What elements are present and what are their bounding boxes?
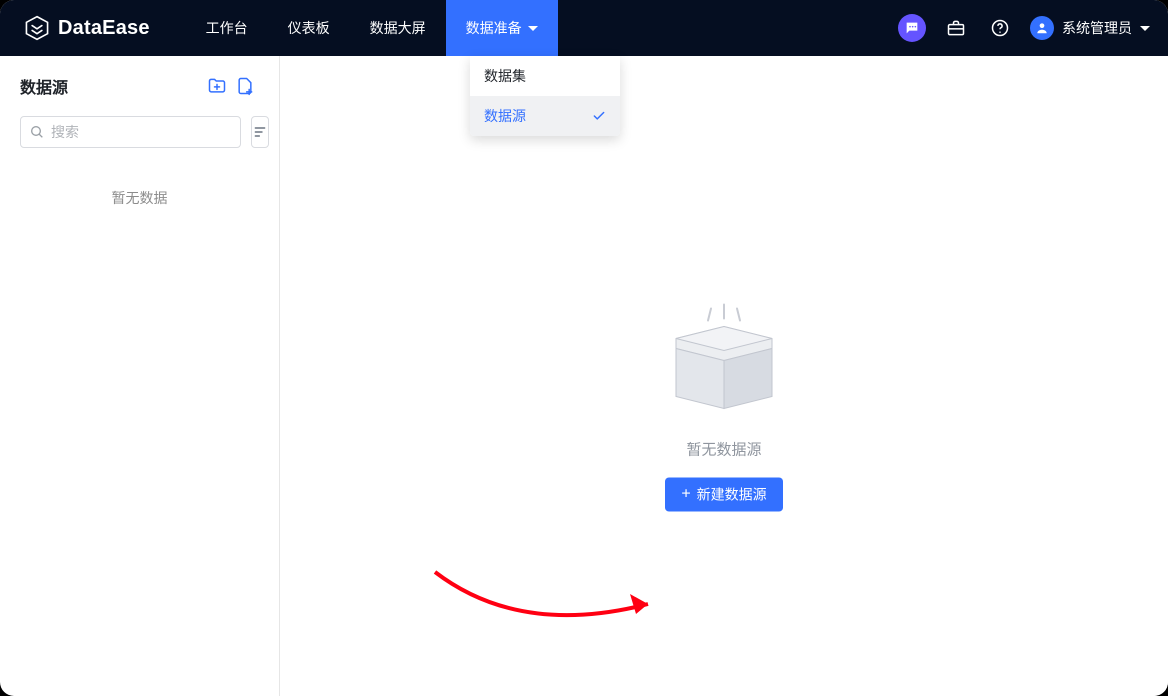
check-icon: [592, 109, 606, 123]
search-box[interactable]: [20, 116, 241, 148]
logo-text: DataEase: [58, 17, 150, 40]
dropdown-item-dataset[interactable]: 数据集: [470, 56, 620, 96]
create-datasource-button[interactable]: + 新建数据源: [665, 478, 782, 512]
sidebar-search-row: [0, 106, 279, 158]
dropdown-item-datasource[interactable]: 数据源: [470, 96, 620, 136]
empty-state: 暂无数据源 + 新建数据源: [664, 301, 784, 512]
search-input[interactable]: [51, 124, 232, 140]
body: 数据源 暂无数据: [0, 56, 1168, 696]
toolbox-icon[interactable]: [942, 14, 970, 42]
add-file-button[interactable]: [231, 72, 259, 100]
topbar-right: 系统管理员: [898, 0, 1150, 56]
help-icon[interactable]: [986, 14, 1014, 42]
logo[interactable]: DataEase: [24, 0, 150, 56]
nav-bigscreen[interactable]: 数据大屏: [350, 0, 446, 56]
sort-button[interactable]: [251, 116, 269, 148]
sidebar: 数据源 暂无数据: [0, 56, 280, 696]
plus-icon: +: [681, 487, 690, 503]
nav-workbench[interactable]: 工作台: [186, 0, 268, 56]
main-area: 暂无数据源 + 新建数据源: [280, 56, 1168, 696]
nav-dashboard[interactable]: 仪表板: [268, 0, 350, 56]
nav: 工作台 仪表板 数据大屏 数据准备: [186, 0, 558, 56]
user-name: 系统管理员: [1062, 18, 1132, 38]
chat-icon[interactable]: [898, 14, 926, 42]
logo-icon: [24, 15, 50, 41]
top-bar: DataEase 工作台 仪表板 数据大屏 数据准备: [0, 0, 1168, 56]
create-datasource-button-label: 新建数据源: [697, 485, 767, 505]
avatar-icon: [1030, 16, 1054, 40]
data-prep-dropdown: 数据集 数据源: [470, 56, 620, 136]
chevron-down-icon: [1140, 26, 1150, 31]
main-empty-text: 暂无数据源: [686, 439, 761, 460]
sidebar-empty-text: 暂无数据: [0, 188, 279, 208]
empty-box-icon: [664, 301, 784, 421]
window: DataEase 工作台 仪表板 数据大屏 数据准备: [0, 0, 1168, 696]
sidebar-header: 数据源: [0, 66, 279, 106]
chevron-down-icon: [528, 26, 538, 31]
sidebar-title: 数据源: [20, 74, 68, 98]
user-menu[interactable]: 系统管理员: [1030, 16, 1150, 40]
nav-data-prep[interactable]: 数据准备: [446, 0, 558, 56]
search-icon: [29, 124, 45, 140]
add-folder-button[interactable]: [203, 72, 231, 100]
